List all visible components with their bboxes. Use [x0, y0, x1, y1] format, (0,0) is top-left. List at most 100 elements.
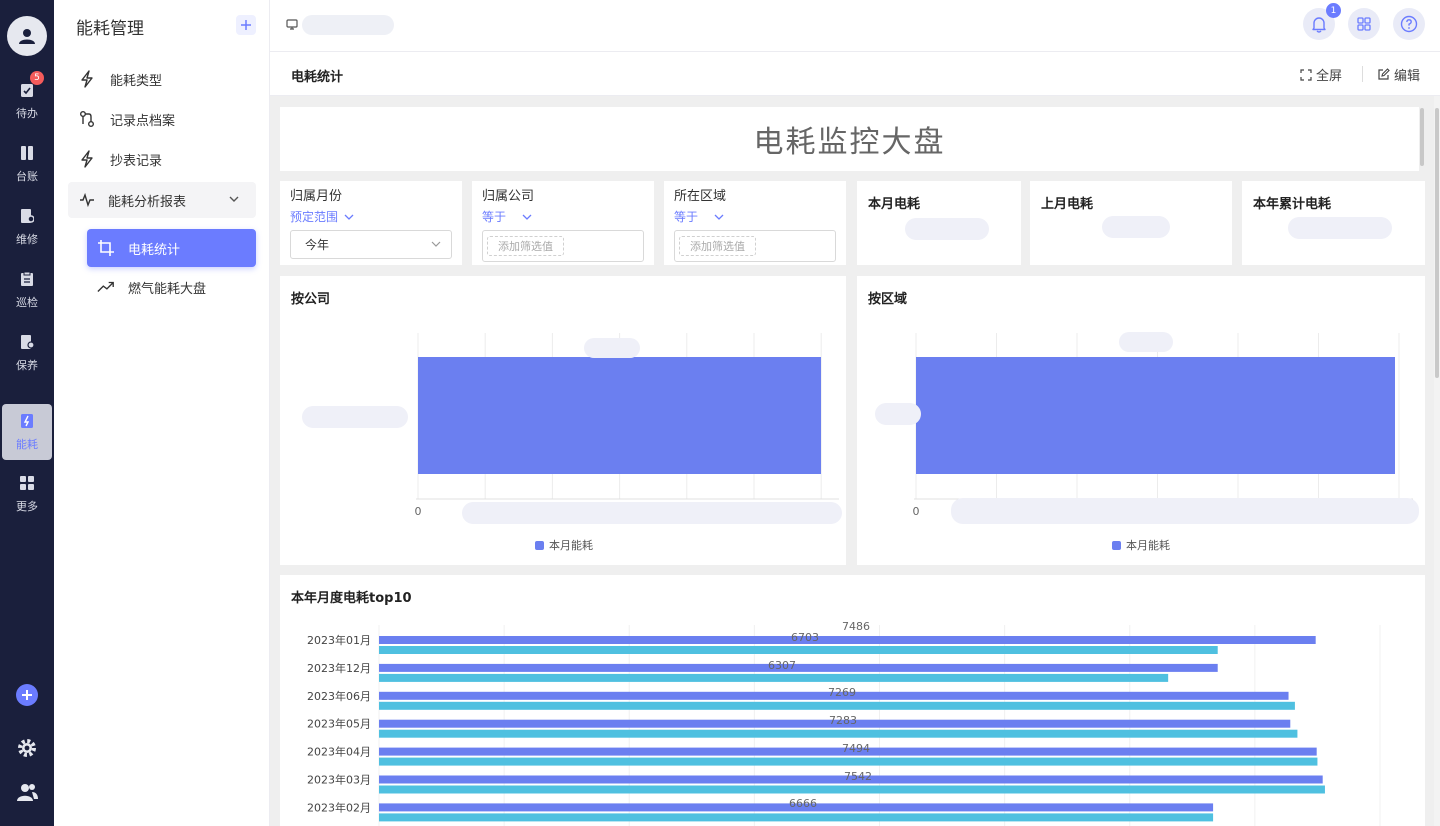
- rail-item-more[interactable]: 更多: [2, 466, 52, 522]
- rail-item-repair[interactable]: 维修: [2, 199, 52, 255]
- filter-label: 归属月份: [290, 189, 343, 204]
- grid-icon: [1357, 17, 1371, 31]
- sidebar-subitem-electricity-stats[interactable]: 电耗统计: [87, 229, 256, 267]
- sidebar-group-analysis-reports[interactable]: 能耗分析报表: [68, 182, 256, 218]
- fullscreen-button[interactable]: 全屏: [1300, 65, 1342, 84]
- chart-legend[interactable]: 本月能耗: [1112, 537, 1170, 553]
- chart-by-region: 按区域 0 本月能耗: [857, 276, 1425, 565]
- chart-bar: [379, 757, 1318, 766]
- filter-operator-dropdown[interactable]: 预定范围: [290, 208, 354, 225]
- sidebar-item-meter-records[interactable]: 抄表记录: [68, 141, 256, 177]
- sidebar-item-label: 记录点档案: [110, 113, 176, 129]
- rail-item-label: 保养: [16, 359, 38, 372]
- todo-badge: 5: [30, 71, 44, 85]
- rail-item-ledger[interactable]: 台账: [2, 136, 52, 192]
- dashboard-title: 电耗监控大盘: [753, 125, 946, 160]
- help-icon: [1400, 15, 1418, 33]
- breadcrumb-redacted: [302, 15, 394, 35]
- fullscreen-icon: [1300, 68, 1312, 81]
- rail-item-label: 维修: [16, 233, 38, 246]
- edit-button[interactable]: 编辑: [1377, 65, 1420, 84]
- monthly-top10-bar-chart: 2023年01月 2023年12月 2023年06月 2023年05月 2023年04月…: [307, 620, 1381, 826]
- top-header: 1: [270, 0, 1440, 52]
- sidebar-item-label: 能耗分析报表: [108, 194, 187, 210]
- chart-monthly-top10: 本年月度电耗top10 2023年01月 2023年12月 2023年06月 2023…: [280, 575, 1425, 826]
- rail-item-label: 巡检: [16, 296, 38, 309]
- rail-item-energy[interactable]: 能耗: [2, 404, 52, 460]
- axis-labels-redacted: [951, 498, 1419, 524]
- kpi-this-month: 本月电耗: [857, 181, 1021, 265]
- legend-label: 本月能耗: [1126, 539, 1170, 552]
- chart-legend[interactable]: 本月能耗: [535, 537, 593, 553]
- plus-circle-icon: [16, 684, 38, 706]
- chart-bar: [379, 785, 1325, 794]
- data-label: 6666: [789, 797, 817, 810]
- month-select[interactable]: 今年: [290, 230, 452, 259]
- chart-bar: [916, 357, 1395, 474]
- data-label: 7283: [829, 714, 857, 727]
- category-label: 2023年02月: [307, 800, 371, 814]
- data-label: 7494: [842, 742, 870, 755]
- data-label: 7542: [844, 770, 872, 783]
- fullscreen-label: 全屏: [1316, 69, 1343, 84]
- filter-operator-dropdown[interactable]: 等于: [482, 208, 532, 225]
- bell-icon: [1312, 16, 1326, 33]
- ledger-icon: [18, 144, 36, 162]
- filter-company: 归属公司 等于 添加筛选值: [472, 181, 654, 265]
- chevron-down-icon: [431, 240, 441, 248]
- company-filter-input[interactable]: 添加筛选值: [482, 230, 644, 262]
- user-avatar[interactable]: [7, 16, 47, 56]
- chart-bar: [379, 636, 1316, 644]
- sidebar-add-button[interactable]: [236, 15, 256, 35]
- sidebar-title: 能耗管理: [76, 19, 144, 39]
- rail-item-inspection[interactable]: 巡检: [2, 262, 52, 318]
- chart-bar: [379, 701, 1295, 710]
- region-filter-input[interactable]: 添加筛选值: [674, 230, 836, 262]
- category-label: 2023年04月: [307, 745, 371, 759]
- sidebar-item-label: 抄表记录: [110, 153, 163, 169]
- page-title: 电耗统计: [291, 70, 344, 85]
- page-scrollbar-thumb[interactable]: [1435, 108, 1439, 378]
- branch-icon: [78, 110, 96, 128]
- kpi-title: 上月电耗: [1041, 197, 1094, 212]
- add-filter-value-button[interactable]: 添加筛选值: [487, 236, 564, 256]
- kpi-last-month: 上月电耗: [1030, 181, 1232, 265]
- data-label: 7269: [828, 686, 856, 699]
- chevron-down-icon: [714, 213, 724, 221]
- banner-scrollbar[interactable]: [1420, 108, 1424, 166]
- filter-operator-label: 预定范围: [290, 210, 339, 224]
- rail-item-maintenance[interactable]: 保养: [2, 325, 52, 381]
- filter-label: 所在区域: [674, 189, 727, 204]
- data-label: 6703: [791, 631, 819, 644]
- team-button[interactable]: [15, 780, 39, 804]
- add-app-button[interactable]: [15, 683, 39, 707]
- trend-up-icon: [97, 278, 115, 296]
- rail-item-todo[interactable]: 5 待办: [2, 71, 52, 129]
- sidebar-subitem-gas-dashboard[interactable]: 燃气能耗大盘: [87, 268, 256, 306]
- plus-icon: [241, 20, 251, 30]
- filter-operator-dropdown[interactable]: 等于: [674, 208, 724, 225]
- filter-operator-label: 等于: [482, 210, 507, 224]
- category-label: 2023年03月: [307, 773, 371, 787]
- sidebar-item-record-points[interactable]: 记录点档案: [68, 101, 256, 137]
- notifications-button[interactable]: 1: [1303, 3, 1341, 40]
- settings-button[interactable]: [15, 736, 39, 760]
- dashboard-banner: 电耗监控大盘: [280, 107, 1419, 171]
- legend-swatch: [535, 540, 544, 550]
- page-scrollbar[interactable]: [1434, 96, 1440, 826]
- chevron-down-icon: [228, 193, 240, 209]
- monitor-icon: [286, 19, 298, 34]
- category-label: 2023年01月: [307, 633, 371, 647]
- value-label-redacted: [584, 338, 640, 358]
- rail-item-label: 更多: [16, 500, 38, 513]
- help-button[interactable]: [1393, 8, 1425, 40]
- add-filter-value-button[interactable]: 添加筛选值: [679, 236, 756, 256]
- kpi-year-total: 本年累计电耗: [1242, 181, 1425, 265]
- apps-button[interactable]: [1348, 8, 1380, 40]
- energy-icon: [18, 412, 36, 430]
- inspection-icon: [18, 270, 36, 288]
- edit-label: 编辑: [1394, 69, 1421, 84]
- sidebar-item-energy-types[interactable]: 能耗类型: [68, 61, 256, 97]
- chart-bar: [379, 813, 1214, 822]
- notification-badge: 1: [1326, 3, 1341, 18]
